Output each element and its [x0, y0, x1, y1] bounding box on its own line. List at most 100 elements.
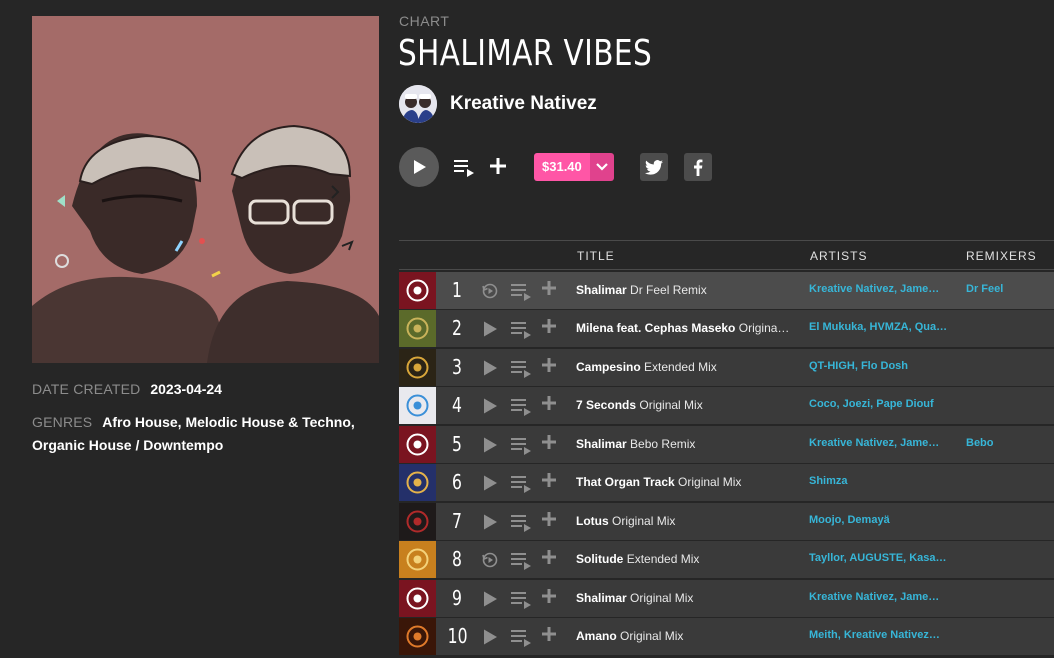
column-remixers-header[interactable]: REMIXERS — [966, 249, 1037, 263]
add-to-queue-icon[interactable] — [510, 319, 532, 339]
add-to-queue-icon[interactable] — [510, 281, 532, 301]
plus-icon[interactable] — [542, 586, 556, 609]
track-name[interactable]: That Organ Track — [576, 475, 675, 489]
price-label[interactable]: $31.40 — [534, 153, 590, 181]
add-to-queue-icon[interactable] — [510, 627, 532, 647]
track-title[interactable]: Amano Original Mix — [576, 629, 798, 643]
table-row[interactable]: 7 Lotus Original Mix Moojo, Demayä — [399, 502, 1054, 540]
table-row[interactable]: 4 7 Seconds Original Mix Coco, Joezi, Pa… — [399, 387, 1054, 424]
track-artwork[interactable] — [399, 618, 436, 655]
track-name[interactable]: Shalimar — [576, 591, 627, 605]
column-artists-header[interactable]: ARTISTS — [810, 249, 867, 263]
plus-icon[interactable] — [542, 547, 556, 570]
buy-button[interactable]: $31.40 — [534, 153, 614, 181]
track-name[interactable]: Shalimar — [576, 283, 627, 297]
track-title[interactable]: Campesino Extended Mix — [576, 360, 798, 374]
avatar[interactable] — [399, 85, 437, 123]
track-artists[interactable]: Kreative Nativez, Jame… — [809, 591, 951, 603]
play-icon[interactable] — [481, 474, 499, 492]
play-icon[interactable] — [481, 397, 499, 415]
track-title[interactable]: That Organ Track Original Mix — [576, 475, 798, 489]
track-title[interactable]: Lotus Original Mix — [576, 514, 798, 528]
play-icon[interactable] — [481, 590, 499, 608]
add-to-queue-icon[interactable] — [510, 512, 532, 532]
track-name[interactable]: Solitude — [576, 552, 623, 566]
plus-icon[interactable] — [542, 393, 556, 416]
chevron-down-icon[interactable] — [589, 153, 614, 181]
track-remixers[interactable]: Dr Feel — [966, 283, 1003, 295]
track-title[interactable]: Milena feat. Cephas Maseko Origina… — [576, 321, 798, 335]
add-to-queue-icon[interactable] — [510, 550, 532, 570]
replay-icon[interactable] — [481, 282, 499, 300]
column-title-header[interactable]: TITLE — [577, 249, 615, 263]
table-row[interactable]: 3 Campesino Extended Mix QT-HIGH, Flo Do… — [399, 348, 1054, 386]
plus-icon[interactable] — [542, 432, 556, 455]
play-icon[interactable] — [481, 359, 499, 377]
add-to-queue-icon[interactable] — [510, 473, 532, 493]
track-mix: Original Mix — [639, 398, 703, 412]
track-artwork[interactable] — [399, 579, 436, 617]
play-button[interactable] — [399, 147, 439, 187]
track-name[interactable]: Shalimar — [576, 437, 627, 451]
track-artists[interactable]: Coco, Joezi, Pape Diouf — [809, 398, 951, 410]
genres-row: GENRES Afro House, Melodic House & Techn… — [32, 411, 382, 457]
play-icon[interactable] — [481, 320, 499, 338]
track-artwork[interactable] — [399, 310, 436, 347]
table-row[interactable]: 1 Shalimar Dr Feel Remix Kreative Native… — [399, 271, 1054, 309]
track-remixers[interactable]: Bebo — [966, 437, 994, 449]
play-icon[interactable] — [481, 628, 499, 646]
track-artwork[interactable] — [399, 387, 436, 424]
track-artwork[interactable] — [399, 502, 436, 540]
track-artwork[interactable] — [399, 425, 436, 463]
add-to-queue-icon[interactable] — [510, 435, 532, 455]
table-row[interactable]: 2 Milena feat. Cephas Maseko Origina… El… — [399, 310, 1054, 347]
track-artwork[interactable] — [399, 464, 436, 501]
plus-icon[interactable] — [542, 316, 556, 339]
plus-icon[interactable] — [542, 470, 556, 493]
track-name[interactable]: Amano — [576, 629, 617, 643]
plus-icon[interactable] — [542, 278, 556, 301]
track-name[interactable]: Milena feat. Cephas Maseko — [576, 321, 735, 335]
table-row[interactable]: 8 Solitude Extended Mix Tayllor, AUGUSTE… — [399, 541, 1054, 578]
chart-curator[interactable]: Kreative Nativez — [399, 85, 597, 123]
replay-icon[interactable] — [481, 551, 499, 569]
track-artists[interactable]: El Mukuka, HVMZA, Qua… — [809, 321, 951, 333]
track-name[interactable]: Lotus — [576, 514, 609, 528]
track-title[interactable]: Shalimar Dr Feel Remix — [576, 283, 798, 297]
plus-icon[interactable] — [542, 624, 556, 647]
track-title[interactable]: Shalimar Bebo Remix — [576, 437, 798, 451]
share-facebook-button[interactable] — [683, 153, 712, 181]
add-to-queue-icon[interactable] — [510, 589, 532, 609]
table-row[interactable]: 9 Shalimar Original Mix Kreative Nativez… — [399, 579, 1054, 617]
add-to-queue-icon[interactable] — [510, 358, 532, 378]
track-title[interactable]: Shalimar Original Mix — [576, 591, 798, 605]
track-number: 9 — [452, 585, 462, 610]
track-artists[interactable]: Shimza — [809, 475, 951, 487]
chart-artwork — [32, 16, 379, 363]
track-name[interactable]: 7 Seconds — [576, 398, 636, 412]
track-artists[interactable]: Kreative Nativez, Jame… — [809, 437, 951, 449]
track-artists[interactable]: Moojo, Demayä — [809, 514, 951, 526]
track-title[interactable]: Solitude Extended Mix — [576, 552, 798, 566]
add-to-queue-icon[interactable] — [510, 396, 532, 416]
track-artists[interactable]: Kreative Nativez, Jame… — [809, 283, 951, 295]
track-title[interactable]: 7 Seconds Original Mix — [576, 398, 798, 412]
table-row[interactable]: 6 That Organ Track Original Mix Shimza — [399, 464, 1054, 501]
track-artwork[interactable] — [399, 348, 436, 386]
track-artists[interactable]: Tayllor, AUGUSTE, Kasa… — [809, 552, 951, 564]
track-artwork[interactable] — [399, 271, 436, 309]
table-row[interactable]: 5 Shalimar Bebo Remix Kreative Nativez, … — [399, 425, 1054, 463]
play-icon[interactable] — [481, 513, 499, 531]
add-to-queue-button[interactable] — [453, 156, 475, 178]
track-artists[interactable]: QT-HIGH, Flo Dosh — [809, 360, 951, 372]
share-twitter-button[interactable] — [639, 153, 668, 181]
curator-name[interactable]: Kreative Nativez — [450, 93, 597, 115]
table-row[interactable]: 10 Amano Original Mix Meith, Kreative Na… — [399, 618, 1054, 655]
plus-icon[interactable] — [542, 509, 556, 532]
add-to-playlist-button[interactable] — [487, 156, 509, 178]
track-name[interactable]: Campesino — [576, 360, 641, 374]
plus-icon[interactable] — [542, 355, 556, 378]
play-icon[interactable] — [481, 436, 499, 454]
track-artwork[interactable] — [399, 541, 436, 578]
track-artists[interactable]: Meith, Kreative Nativez… — [809, 629, 951, 641]
